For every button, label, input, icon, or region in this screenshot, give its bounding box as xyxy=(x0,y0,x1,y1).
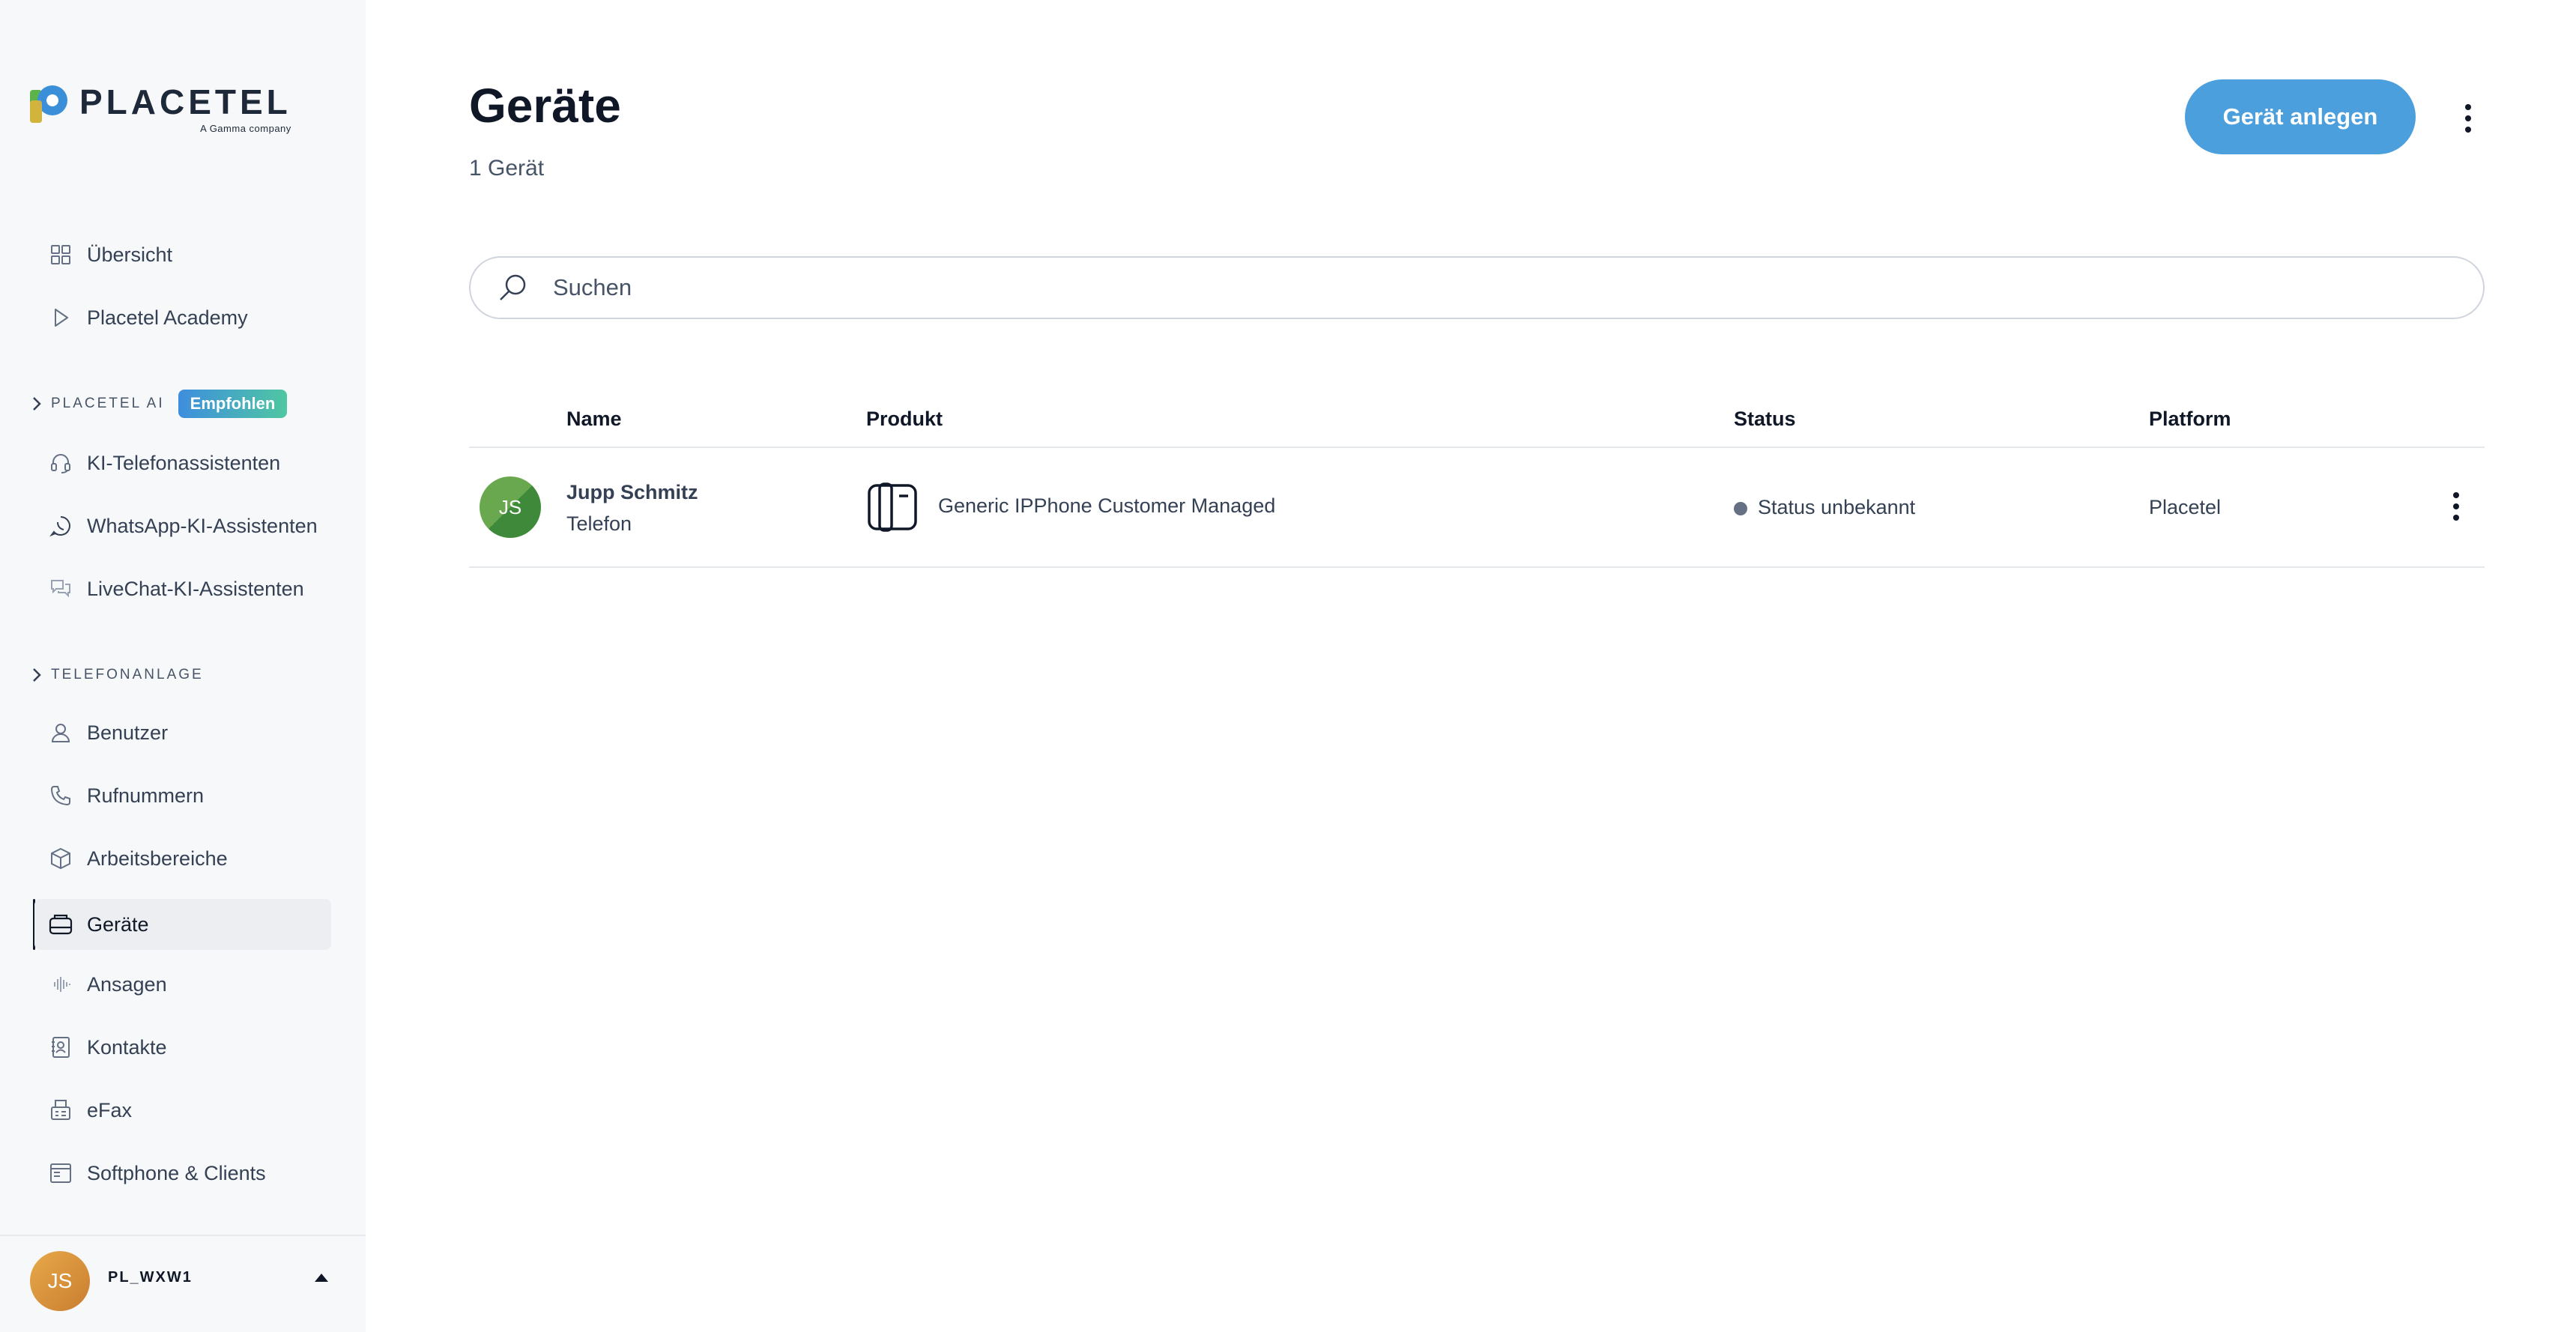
window-icon xyxy=(48,1160,73,1186)
contact-book-icon xyxy=(48,1035,73,1060)
column-header-platform[interactable]: Platform xyxy=(2149,408,2231,431)
phone-icon xyxy=(48,783,73,808)
column-header-name[interactable]: Name xyxy=(566,408,622,431)
create-device-button[interactable]: Gerät anlegen xyxy=(2185,79,2416,154)
section-title: TELEFONANLAGE xyxy=(51,667,204,682)
sidebar-item-label: Ansagen xyxy=(87,972,167,996)
sidebar-item-label: KI-Telefonassistenten xyxy=(87,451,281,474)
sidebar-item-efax[interactable]: eFax xyxy=(34,1085,331,1136)
sidebar-item-label: Placetel Academy xyxy=(87,306,248,329)
sidebar-item-rufnummern[interactable]: Rufnummern xyxy=(34,770,331,821)
user-icon xyxy=(48,720,73,745)
sidebar-item-whatsapp-ki-assistenten[interactable]: WhatsApp-KI-Assistenten xyxy=(34,500,331,551)
search-icon xyxy=(498,272,529,303)
section-telefonanlage[interactable]: TELEFONANLAGE xyxy=(30,667,204,683)
sidebar-item-label: Geräte xyxy=(87,912,149,936)
sidebar-item-benutzer[interactable]: Benutzer xyxy=(34,707,331,758)
fax-icon xyxy=(48,1098,73,1123)
whatsapp-icon xyxy=(48,513,73,539)
sidebar-item-label: Benutzer xyxy=(87,721,169,744)
sidebar-item-label: Übersicht xyxy=(87,243,173,266)
headset-icon xyxy=(48,450,73,476)
table-row-divider xyxy=(469,566,2485,568)
status-dot xyxy=(1734,502,1747,515)
grid-icon xyxy=(48,242,73,267)
device-owner-name[interactable]: Jupp Schmitz xyxy=(566,481,698,504)
chevron-right-icon xyxy=(30,396,43,412)
placetel-logo[interactable]: PLACETEL A Gamma company xyxy=(30,84,291,134)
sidebar-item-label: Arbeitsbereiche xyxy=(87,847,228,870)
page-title: Geräte xyxy=(469,79,621,133)
sidebar-item-label: WhatsApp-KI-Assistenten xyxy=(87,514,318,537)
brand-tagline: A Gamma company xyxy=(200,123,291,134)
sidebar-item-arbeitsbereiche[interactable]: Arbeitsbereiche xyxy=(34,833,331,884)
account-switcher[interactable]: JS PL_WXW1 xyxy=(0,1235,366,1332)
sidebar-item-softphone-clients[interactable]: Softphone & Clients xyxy=(34,1148,331,1199)
waveform-icon xyxy=(48,972,73,997)
page-more-menu-icon[interactable] xyxy=(2453,96,2483,141)
brand-name: PLACETEL xyxy=(79,82,291,121)
row-more-menu-icon[interactable] xyxy=(2441,484,2471,529)
cube-icon xyxy=(48,846,73,871)
sidebar-item-label: Softphone & Clients xyxy=(87,1161,266,1184)
sidebar-item-label: eFax xyxy=(87,1098,133,1121)
section-placetel-ai[interactable]: PLACETEL AI Empfohlen xyxy=(30,390,288,418)
column-header-produkt[interactable]: Produkt xyxy=(866,408,943,431)
chevron-right-icon xyxy=(30,667,43,683)
caret-up-icon[interactable] xyxy=(315,1274,328,1282)
device-type: Telefon xyxy=(566,512,632,535)
sidebar: PLACETEL A Gamma company Übersicht Place… xyxy=(0,0,366,1332)
placetel-logo-icon xyxy=(30,84,69,127)
avatar: JS xyxy=(30,1251,90,1311)
sidebar-item-label: LiveChat-KI-Assistenten xyxy=(87,577,304,600)
sidebar-item-ansagen[interactable]: Ansagen xyxy=(34,959,331,1010)
app-root: PLACETEL A Gamma company Übersicht Place… xyxy=(0,0,2576,1332)
device-platform: Placetel xyxy=(2149,496,2222,518)
sidebar-item-livechat-ki-assistenten[interactable]: LiveChat-KI-Assistenten xyxy=(34,563,331,614)
sidebar-item-placetel-academy[interactable]: Placetel Academy xyxy=(34,292,331,343)
device-status: Status unbekannt xyxy=(1758,496,1916,518)
column-header-status[interactable]: Status xyxy=(1734,408,1796,431)
ip-phone-icon xyxy=(866,482,919,536)
sidebar-item-label: Kontakte xyxy=(87,1035,167,1059)
account-name: PL_WXW1 xyxy=(108,1269,193,1286)
device-icon xyxy=(48,912,73,937)
sidebar-item-label: Rufnummern xyxy=(87,784,205,807)
table-header-divider xyxy=(469,446,2485,448)
sidebar-item-kontakte[interactable]: Kontakte xyxy=(34,1022,331,1073)
sidebar-item-geraete[interactable]: Geräte xyxy=(34,899,331,950)
play-icon xyxy=(48,305,73,330)
sidebar-item-ki-telefonassistenten[interactable]: KI-Telefonassistenten xyxy=(34,438,331,488)
avatar: JS xyxy=(480,476,541,538)
search-input[interactable] xyxy=(553,274,2426,301)
sidebar-item-uebersicht[interactable]: Übersicht xyxy=(34,229,331,280)
device-count: 1 Gerät xyxy=(469,156,545,181)
chat-icon xyxy=(48,576,73,602)
section-title: PLACETEL AI xyxy=(51,396,165,411)
search-bar[interactable] xyxy=(469,256,2485,319)
recommended-badge: Empfohlen xyxy=(178,390,288,418)
device-product: Generic IPPhone Customer Managed xyxy=(938,494,1276,517)
